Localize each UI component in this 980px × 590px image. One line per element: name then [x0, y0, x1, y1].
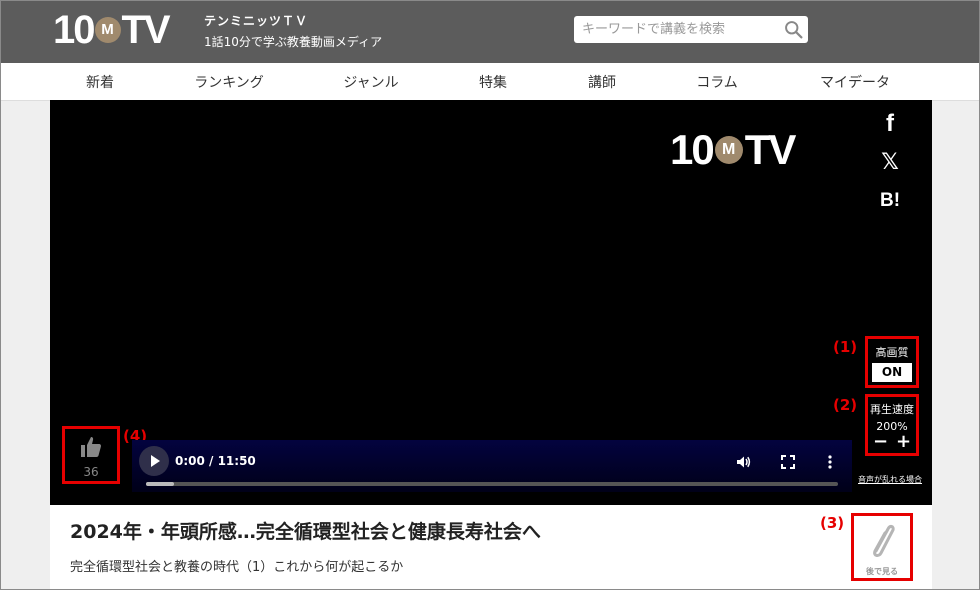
more-options-icon[interactable]: [822, 454, 838, 470]
callout-2: (2): [833, 396, 858, 414]
search-icon[interactable]: [783, 19, 804, 40]
callout-3: (3): [820, 514, 845, 532]
nav-item-lecturer[interactable]: 講師: [588, 72, 616, 92]
paperclip-icon: [873, 525, 895, 557]
player-logo: 10 M TV: [670, 126, 797, 174]
nav-item-genre[interactable]: ジャンル: [343, 72, 398, 92]
callout-1: (1): [833, 338, 858, 356]
quality-control: 高画質 ON: [865, 336, 919, 388]
nav-item-mydata[interactable]: マイデータ: [820, 72, 890, 92]
thumbs-up-icon: [81, 437, 102, 457]
audio-issue-link[interactable]: 音声が乱れる場合: [858, 474, 922, 485]
site-header: 10 M TV テンミニッツＴＶ 1話10分で学ぶ教養動画メディア: [0, 0, 980, 63]
speed-label: 再生速度: [870, 403, 914, 416]
hd-toggle-button[interactable]: ON: [872, 363, 912, 382]
like-count: 36: [83, 465, 99, 479]
main-nav: 新着 ランキング ジャンル 特集 講師 コラム マイデータ: [0, 63, 980, 101]
video-player[interactable]: 10 M TV f 𝕏 B! (1) 高画質 ON (2) 再生速度 200% − …: [50, 100, 932, 505]
facebook-share-icon[interactable]: f: [875, 110, 905, 138]
speed-increase-button[interactable]: +: [896, 433, 911, 451]
nav-item-feature[interactable]: 特集: [479, 72, 507, 92]
fullscreen-icon[interactable]: [780, 454, 796, 470]
site-tagline: 1話10分で学ぶ教養動画メディア: [204, 35, 383, 49]
playback-speed-control: 再生速度 200% − +: [865, 394, 919, 456]
x-share-icon[interactable]: 𝕏: [875, 150, 905, 175]
speed-decrease-button[interactable]: −: [873, 433, 888, 451]
volume-icon[interactable]: [736, 454, 752, 470]
search-input[interactable]: [582, 19, 777, 39]
player-logo-prefix: 10: [670, 126, 715, 173]
player-logo-ball: M: [714, 136, 743, 164]
like-button[interactable]: 36: [62, 426, 120, 484]
play-icon[interactable]: [139, 446, 169, 476]
nav-item-ranking[interactable]: ランキング: [194, 72, 264, 92]
player-logo-suffix: TV: [744, 126, 797, 173]
logo-suffix: TV: [121, 7, 171, 52]
nav-item-new[interactable]: 新着: [86, 72, 114, 92]
video-info: 2024年・年頭所感…完全循環型社会と健康長寿社会へ 完全循環型社会と教養の時代…: [50, 505, 932, 590]
video-subtitle: 完全循環型社会と教養の時代（1）これから何が起こるか: [70, 560, 404, 575]
time-display: 0:00 / 11:50: [175, 454, 256, 468]
watch-later-button[interactable]: 後で見る: [851, 513, 913, 581]
seek-bar[interactable]: [146, 482, 838, 486]
search-box: [574, 16, 808, 43]
logo-ball: M: [94, 17, 121, 43]
quality-label: 高画質: [875, 346, 909, 359]
hatena-bookmark-icon[interactable]: B!: [875, 190, 905, 212]
seek-bar-fill: [146, 482, 174, 486]
video-title: 2024年・年頭所感…完全循環型社会と健康長寿社会へ: [70, 521, 541, 543]
site-name: テンミニッツＴＶ: [204, 14, 309, 28]
site-logo[interactable]: 10 M TV: [53, 7, 171, 52]
watch-later-label: 後で見る: [866, 567, 898, 576]
player-controls: 0:00 / 11:50: [132, 440, 852, 492]
nav-item-column[interactable]: コラム: [696, 72, 738, 92]
logo-prefix: 10: [53, 7, 95, 52]
